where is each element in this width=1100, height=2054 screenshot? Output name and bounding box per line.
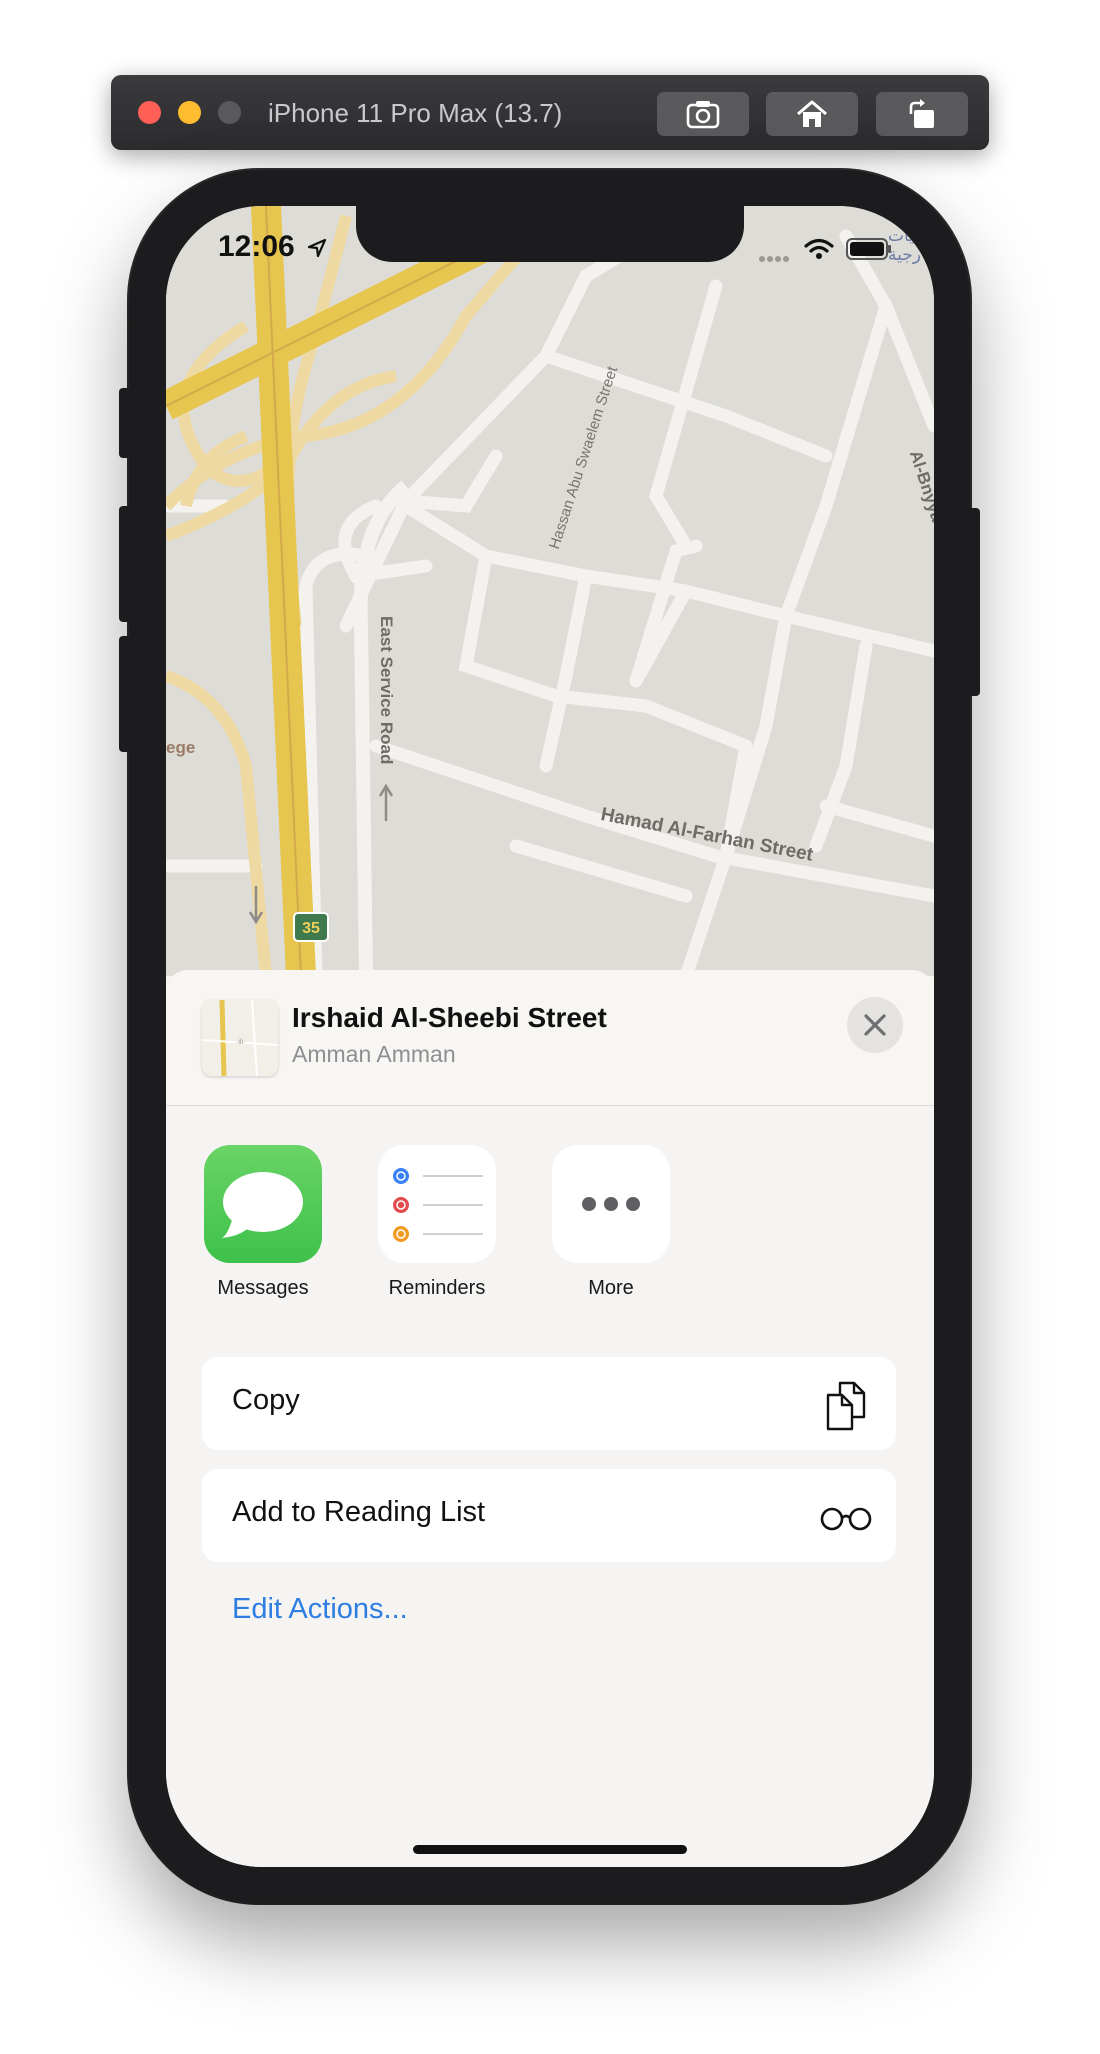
close-icon [864,1014,886,1036]
signal-icon [759,256,789,262]
messages-icon [204,1145,322,1263]
home-button[interactable] [766,92,858,136]
minimize-window-button[interactable] [178,101,201,124]
glasses-icon [820,1507,872,1531]
battery-icon [846,238,891,260]
app-label: Messages [217,1277,309,1299]
device-notch [356,206,744,262]
side-button [968,508,980,696]
poi-label: ege [166,738,196,757]
app-messages[interactable]: Messages [183,1145,343,1300]
map-roads: 35 [166,206,934,976]
rotate-button[interactable] [876,92,968,136]
app-reminders[interactable]: Reminders [357,1145,517,1300]
volume-down-button [119,636,131,752]
app-label: Reminders [388,1277,486,1299]
rotate-icon [909,99,934,128]
screenshot-button[interactable] [657,92,749,136]
wifi-icon [804,238,834,259]
home-icon [797,100,827,127]
app-more[interactable]: More [531,1145,691,1300]
phone-screen: 35 Hassan Abu Swaelem Street East Servic… [166,206,934,1867]
home-indicator[interactable] [413,1845,687,1854]
app-label: More [588,1277,634,1299]
window-title: iPhone 11 Pro Max (13.7) [268,98,563,128]
simulator-title-bar: iPhone 11 Pro Max (13.7) [111,75,989,150]
zoom-window-button[interactable] [218,101,241,124]
street-label-east-service: East Service Road [377,616,396,765]
close-button[interactable] [847,997,903,1053]
share-sheet-header: ·ili· Irshaid Al-Sheebi Street Amman Amm… [166,970,934,1106]
reminders-icon [378,1145,496,1263]
action-label: Add to Reading List [232,1496,486,1528]
location-subtitle: Amman Amman [292,1041,456,1067]
action-label: Copy [232,1384,300,1416]
copy-action[interactable]: Copy [202,1357,896,1450]
close-window-button[interactable] [138,101,161,124]
map-view[interactable]: 35 Hassan Abu Swaelem Street East Servic… [166,206,934,976]
share-sheet: ·ili· Irshaid Al-Sheebi Street Amman Amm… [166,970,934,1867]
status-time: 12:06 [218,230,327,264]
location-arrow-icon [307,238,327,258]
copy-icon [826,1381,866,1431]
more-icon [552,1145,670,1263]
arabic-label: يات رجية [888,226,921,264]
volume-up-button [119,506,131,622]
location-thumbnail: ·ili· [202,1000,278,1076]
screenshot-icon [686,101,720,129]
add-to-reading-list-action[interactable]: Add to Reading List [202,1469,896,1562]
svg-text:·ili·: ·ili· [236,1039,245,1046]
silent-switch [119,388,131,458]
edit-actions-link[interactable]: Edit Actions... [232,1593,408,1626]
location-title: Irshaid Al-Sheebi Street [292,1002,607,1033]
route-shield-label: 35 [302,920,320,937]
